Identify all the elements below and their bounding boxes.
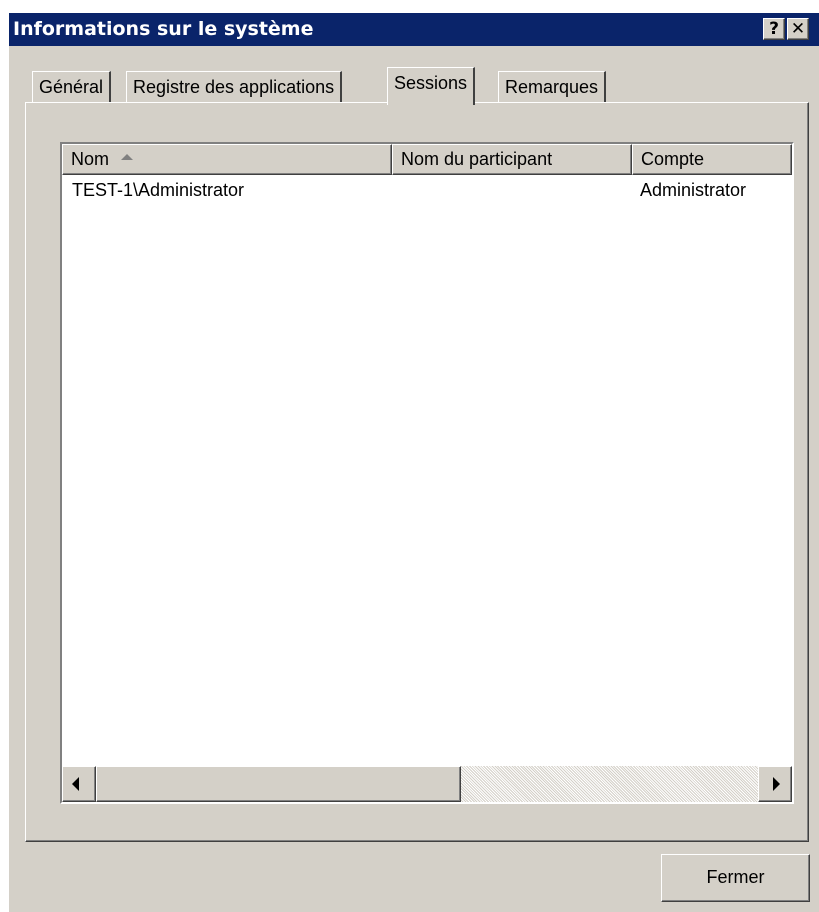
cell-name: TEST-1\Administrator bbox=[72, 180, 245, 200]
title-bar[interactable]: Informations sur le système ? ✕ bbox=[9, 13, 819, 46]
help-button[interactable]: ? bbox=[763, 18, 785, 40]
scroll-right-button[interactable] bbox=[758, 766, 792, 802]
horizontal-scrollbar[interactable] bbox=[62, 766, 792, 802]
column-header-name[interactable]: Nom bbox=[62, 144, 392, 175]
system-info-dialog: Informations sur le système ? ✕ Général … bbox=[8, 13, 819, 912]
arrow-left-icon bbox=[72, 777, 79, 791]
tab-sessions[interactable]: Sessions bbox=[387, 67, 476, 105]
sessions-list[interactable]: Nom Nom du participant Compte TEST-1\Adm… bbox=[60, 142, 794, 804]
arrow-right-icon bbox=[773, 777, 780, 791]
scroll-left-button[interactable] bbox=[62, 766, 96, 802]
close-icon[interactable]: ✕ bbox=[787, 18, 809, 40]
sort-ascending-icon bbox=[121, 154, 134, 161]
tab-application-registry[interactable]: Registre des applications bbox=[126, 71, 343, 103]
tab-general[interactable]: Général bbox=[32, 71, 112, 103]
column-header-participant[interactable]: Nom du participant bbox=[392, 144, 632, 175]
column-header-name-label: Nom bbox=[71, 149, 110, 169]
cell-account: Administrator bbox=[640, 180, 747, 200]
tab-remarks[interactable]: Remarques bbox=[498, 71, 607, 103]
window-title: Informations sur le système bbox=[13, 18, 314, 40]
close-button[interactable]: Fermer bbox=[661, 854, 810, 902]
scroll-thumb[interactable] bbox=[96, 766, 461, 802]
column-header-account[interactable]: Compte bbox=[632, 144, 792, 175]
